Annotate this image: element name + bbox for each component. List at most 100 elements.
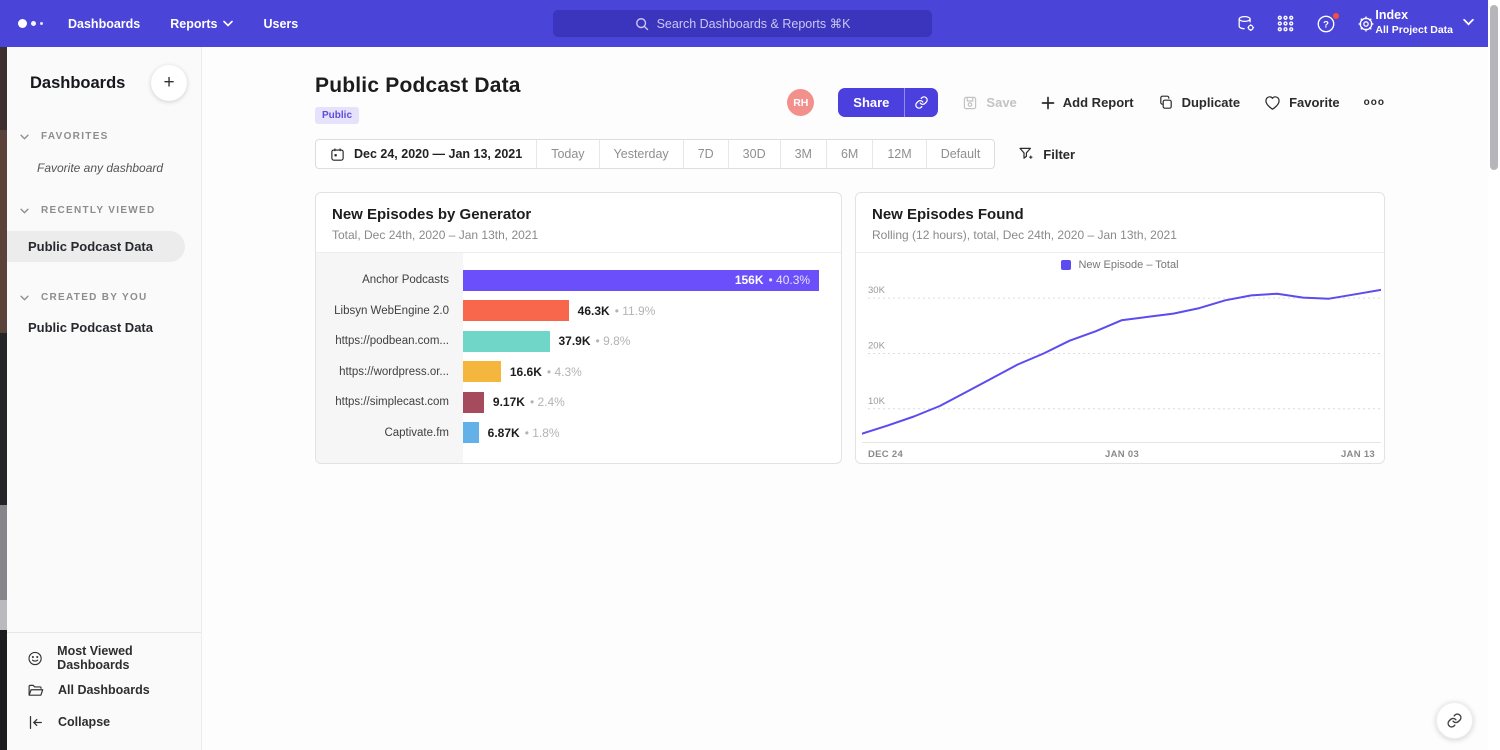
apps-grid-icon[interactable] bbox=[1276, 14, 1296, 34]
page-title: Public Podcast Data bbox=[315, 74, 521, 98]
sidebar-title: Dashboards bbox=[30, 74, 125, 93]
save-button[interactable]: Save bbox=[962, 95, 1016, 111]
bar-track: 46.3K• 11.9% bbox=[463, 300, 841, 321]
bar-chart-title: New Episodes by Generator bbox=[332, 206, 825, 223]
date-preset-button[interactable]: Yesterday bbox=[600, 140, 684, 168]
sidebar-item-public-podcast-data-recent[interactable]: Public Podcast Data bbox=[7, 231, 185, 262]
bar[interactable] bbox=[463, 392, 484, 413]
bar-value-label: 37.9K• 9.8% bbox=[559, 331, 631, 352]
line-chart-svg: 10K20K30K bbox=[862, 276, 1381, 442]
help-icon[interactable]: ? bbox=[1316, 14, 1336, 34]
date-preset-button[interactable]: 6M bbox=[827, 140, 873, 168]
chevron-down-icon bbox=[20, 134, 29, 140]
bar-row: https://wordpress.or...16.6K• 4.3% bbox=[316, 357, 841, 388]
heart-icon bbox=[1264, 95, 1281, 111]
date-preset-button[interactable]: 12M bbox=[873, 140, 926, 168]
share-link-button[interactable] bbox=[904, 88, 938, 117]
link-icon bbox=[914, 95, 929, 110]
more-actions-button[interactable]: ooo bbox=[1364, 97, 1385, 108]
date-preset-button[interactable]: Default bbox=[927, 140, 995, 168]
bar-row: https://podbean.com... 37.9K• 9.8% bbox=[316, 326, 841, 357]
sidebar-section-recently-viewed[interactable]: RECENTLY VIEWED bbox=[7, 205, 201, 216]
bar-row: https://simplecast.com9.17K• 2.4% bbox=[316, 387, 841, 418]
bar[interactable] bbox=[463, 422, 479, 443]
add-report-button[interactable]: Add Report bbox=[1041, 95, 1134, 110]
bar-value-label: 46.3K• 11.9% bbox=[578, 300, 656, 321]
search-placeholder: Search Dashboards & Reports ⌘K bbox=[657, 16, 851, 31]
avatar[interactable]: RH bbox=[787, 89, 814, 116]
bar-row: Anchor Podcasts156K• 40.3% bbox=[316, 265, 841, 296]
bar-value-label: 156K• 40.3% bbox=[735, 270, 810, 291]
bar-row: Captivate.fm 6.87K• 1.8% bbox=[316, 418, 841, 449]
share-button[interactable]: Share bbox=[838, 88, 904, 117]
add-dashboard-button[interactable]: + bbox=[151, 65, 187, 101]
nav-reports[interactable]: Reports bbox=[170, 17, 233, 31]
collapse-icon bbox=[27, 715, 44, 730]
collapse-sidebar-button[interactable]: Collapse bbox=[7, 706, 201, 738]
public-badge: Public bbox=[315, 107, 359, 124]
settings-gear-icon[interactable] bbox=[1356, 14, 1376, 34]
x-tick-label: DEC 24 bbox=[868, 449, 903, 460]
date-preset-button[interactable]: 30D bbox=[729, 140, 781, 168]
line-chart-subtitle: Rolling (12 hours), total, Dec 24th, 202… bbox=[872, 228, 1368, 242]
favorite-button[interactable]: Favorite bbox=[1264, 95, 1340, 111]
svg-text:?: ? bbox=[1323, 19, 1329, 30]
chevron-down-icon bbox=[20, 208, 29, 214]
sidebar-section-created-by-you[interactable]: CREATED BY YOU bbox=[7, 292, 201, 303]
line-chart-card: New Episodes Found Rolling (12 hours), t… bbox=[855, 192, 1385, 464]
bar-value-label: 16.6K• 4.3% bbox=[510, 361, 582, 382]
search-input[interactable]: Search Dashboards & Reports ⌘K bbox=[553, 10, 932, 37]
bar[interactable] bbox=[463, 300, 569, 321]
search-icon bbox=[635, 17, 649, 31]
bar-category-label: Libsyn WebEngine 2.0 bbox=[316, 305, 463, 317]
bar-track: 9.17K• 2.4% bbox=[463, 392, 841, 413]
bar-row: Libsyn WebEngine 2.0 46.3K• 11.9% bbox=[316, 296, 841, 327]
bar[interactable] bbox=[463, 361, 501, 382]
x-axis-labels: DEC 24 JAN 03 JAN 13 bbox=[868, 449, 1375, 460]
legend-swatch bbox=[1061, 260, 1071, 270]
duplicate-button[interactable]: Duplicate bbox=[1158, 95, 1241, 111]
bar-track: 37.9K• 9.8% bbox=[463, 331, 841, 352]
date-range-bar: Dec 24, 2020 — Jan 13, 2021 TodayYesterd… bbox=[315, 139, 995, 169]
top-navigation-bar: Dashboards Reports Users Search Dashboar… bbox=[0, 0, 1488, 47]
nav-users[interactable]: Users bbox=[263, 17, 298, 31]
bar-track: 16.6K• 4.3% bbox=[463, 361, 841, 382]
bar-track: 156K• 40.3% bbox=[463, 270, 841, 291]
bar-category-label: Captivate.fm bbox=[316, 427, 463, 439]
background-window-edge bbox=[0, 47, 7, 750]
date-preset-button[interactable]: 7D bbox=[684, 140, 729, 168]
save-icon bbox=[962, 95, 978, 111]
app-logo-icon[interactable] bbox=[18, 19, 58, 28]
project-switcher[interactable]: Index All Project Data bbox=[1375, 8, 1474, 37]
sidebar-section-favorites[interactable]: FAVORITES bbox=[7, 131, 201, 142]
project-name: Index bbox=[1375, 8, 1453, 24]
y-tick-label: 30K bbox=[868, 285, 886, 296]
date-preset-button[interactable]: Today bbox=[537, 140, 599, 168]
share-button-group: Share bbox=[838, 88, 938, 117]
favorites-empty-note: Favorite any dashboard bbox=[37, 161, 201, 175]
bar[interactable] bbox=[463, 331, 550, 352]
y-tick-label: 10K bbox=[868, 396, 886, 407]
calendar-icon bbox=[330, 147, 345, 162]
project-subtitle: All Project Data bbox=[1375, 24, 1453, 37]
line-series[interactable] bbox=[862, 290, 1381, 434]
nav-dashboards[interactable]: Dashboards bbox=[68, 17, 140, 31]
chevron-down-icon bbox=[20, 295, 29, 301]
all-dashboards-link[interactable]: All Dashboards bbox=[7, 674, 201, 706]
line-chart-title: New Episodes Found bbox=[872, 206, 1368, 223]
data-sources-icon[interactable] bbox=[1236, 14, 1256, 34]
notification-dot bbox=[1332, 12, 1340, 20]
date-range-button[interactable]: Dec 24, 2020 — Jan 13, 2021 bbox=[316, 140, 537, 168]
chart-legend: New Episode – Total bbox=[856, 253, 1384, 276]
bar-category-label: https://simplecast.com bbox=[316, 396, 463, 408]
date-preset-button[interactable]: 3M bbox=[781, 140, 827, 168]
share-link-fab[interactable] bbox=[1436, 702, 1473, 739]
bar-category-label: https://podbean.com... bbox=[316, 335, 463, 347]
main-content: Public Podcast Data Public RH Share Save bbox=[202, 47, 1488, 750]
sidebar-item-public-podcast-data-created[interactable]: Public Podcast Data bbox=[28, 320, 201, 335]
scrollbar-thumb[interactable] bbox=[1490, 5, 1498, 170]
bar-chart: Anchor Podcasts156K• 40.3%Libsyn WebEngi… bbox=[316, 253, 841, 464]
filter-button[interactable]: Filter bbox=[1018, 146, 1075, 162]
most-viewed-dashboards-link[interactable]: Most Viewed Dashboards bbox=[7, 642, 201, 674]
bar-value-label: 6.87K• 1.8% bbox=[488, 422, 560, 443]
